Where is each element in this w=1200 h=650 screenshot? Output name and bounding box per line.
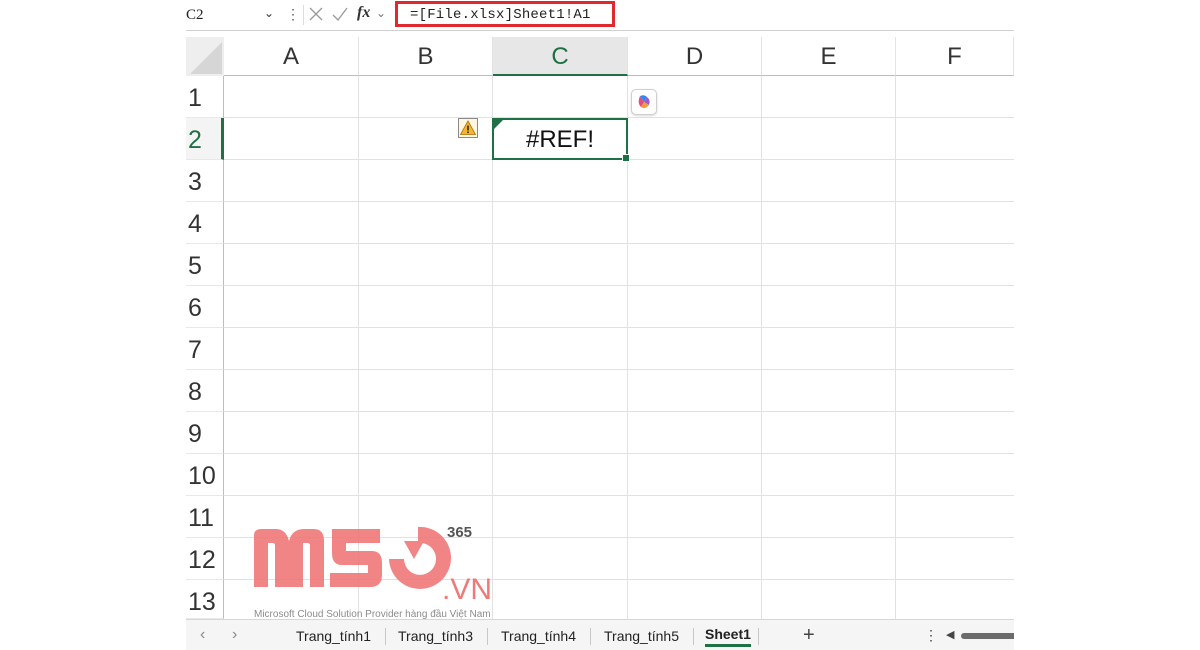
- tab-divider: [487, 628, 488, 645]
- scroll-tabs-left-icon[interactable]: ‹: [200, 626, 205, 644]
- add-sheet-button[interactable]: +: [803, 624, 815, 647]
- gridline: [224, 453, 1014, 454]
- error-indicator-icon: [494, 120, 503, 129]
- sheet-tab-trang-tinh1[interactable]: Trang_tính1: [296, 628, 371, 644]
- sheet-tab-trang-tinh4[interactable]: Trang_tính4: [501, 628, 576, 644]
- scroll-tabs-right-icon[interactable]: ›: [232, 626, 237, 644]
- logo-superscript: 365: [447, 524, 472, 541]
- row-header-2[interactable]: 2: [186, 118, 224, 160]
- column-header-d[interactable]: D: [628, 37, 762, 76]
- gridline: [224, 411, 1014, 412]
- copilot-button[interactable]: [631, 89, 657, 115]
- row-header-4[interactable]: 4: [186, 202, 224, 244]
- tab-divider: [385, 628, 386, 645]
- insert-function-icon[interactable]: fx: [357, 4, 370, 22]
- cell-c2-value: #REF!: [525, 126, 594, 153]
- row-header-7[interactable]: 7: [186, 328, 224, 370]
- check-icon[interactable]: [331, 4, 349, 24]
- gridline: [224, 243, 1014, 244]
- row-header-13[interactable]: 13: [186, 580, 224, 619]
- gridline: [224, 285, 1014, 286]
- cell-c2[interactable]: #REF!: [492, 118, 630, 162]
- sheet-tab-trang-tinh5[interactable]: Trang_tính5: [604, 628, 679, 644]
- formula-bar: C2 ⌄ ⋮ fx ⌄ =[File.xlsx]Sheet1!A1: [186, 0, 1014, 31]
- row-header-12[interactable]: 12: [186, 538, 224, 580]
- mso-watermark-logo: 365 .VN: [254, 524, 492, 606]
- gridline: [224, 327, 1014, 328]
- column-header-b[interactable]: B: [359, 37, 493, 76]
- scroll-left-arrow-icon[interactable]: ◀: [946, 628, 954, 641]
- row-header-9[interactable]: 9: [186, 412, 224, 454]
- name-box-value: C2: [186, 7, 204, 23]
- sheet-tab-trang-tinh3[interactable]: Trang_tính3: [398, 628, 473, 644]
- gridline: [224, 201, 1014, 202]
- close-icon[interactable]: [307, 4, 325, 24]
- worksheet-grid[interactable]: A B C D E F 1 2 3 4 5 6 7 8 9 10 11 12 1…: [186, 37, 1014, 620]
- row-header-11[interactable]: 11: [186, 496, 224, 538]
- column-header-f[interactable]: F: [896, 37, 1014, 76]
- more-options-icon[interactable]: ⋮: [286, 6, 300, 23]
- row-header-8[interactable]: 8: [186, 370, 224, 412]
- spreadsheet-app: C2 ⌄ ⋮ fx ⌄ =[File.xlsx]Sheet1!A1 A B C …: [186, 0, 1014, 650]
- logo-suffix: .VN: [442, 573, 492, 606]
- formula-text: =[File.xlsx]Sheet1!A1: [410, 7, 591, 23]
- divider: [303, 5, 304, 25]
- gridline: [224, 369, 1014, 370]
- tab-divider: [758, 628, 759, 645]
- column-header-e[interactable]: E: [762, 37, 896, 76]
- column-header-a[interactable]: A: [224, 37, 359, 76]
- sheet-tab-sheet1[interactable]: Sheet1: [705, 626, 751, 647]
- error-warning-button[interactable]: [458, 118, 478, 138]
- chevron-down-icon[interactable]: ⌄: [264, 6, 274, 21]
- tab-divider: [693, 628, 694, 645]
- row-header-6[interactable]: 6: [186, 286, 224, 328]
- copilot-icon: [638, 95, 650, 109]
- select-all-corner[interactable]: [186, 37, 224, 76]
- row-header-5[interactable]: 5: [186, 244, 224, 286]
- column-header-c[interactable]: C: [493, 37, 628, 76]
- tab-divider: [590, 628, 591, 645]
- row-header-3[interactable]: 3: [186, 160, 224, 202]
- name-box[interactable]: C2 ⌄: [186, 4, 282, 26]
- more-options-icon[interactable]: ⋮: [924, 627, 938, 644]
- chevron-down-icon[interactable]: ⌄: [376, 6, 386, 20]
- fill-handle[interactable]: [622, 154, 630, 162]
- row-header-10[interactable]: 10: [186, 454, 224, 496]
- row-header-1[interactable]: 1: [186, 76, 224, 118]
- warning-icon: [459, 120, 477, 135]
- horizontal-scrollbar-thumb[interactable]: [961, 633, 1014, 639]
- formula-input[interactable]: =[File.xlsx]Sheet1!A1: [395, 1, 615, 27]
- sheet-tab-bar: ‹ › Trang_tính1 Trang_tính3 Trang_tính4 …: [186, 619, 1014, 650]
- select-all-triangle-icon: [190, 42, 222, 74]
